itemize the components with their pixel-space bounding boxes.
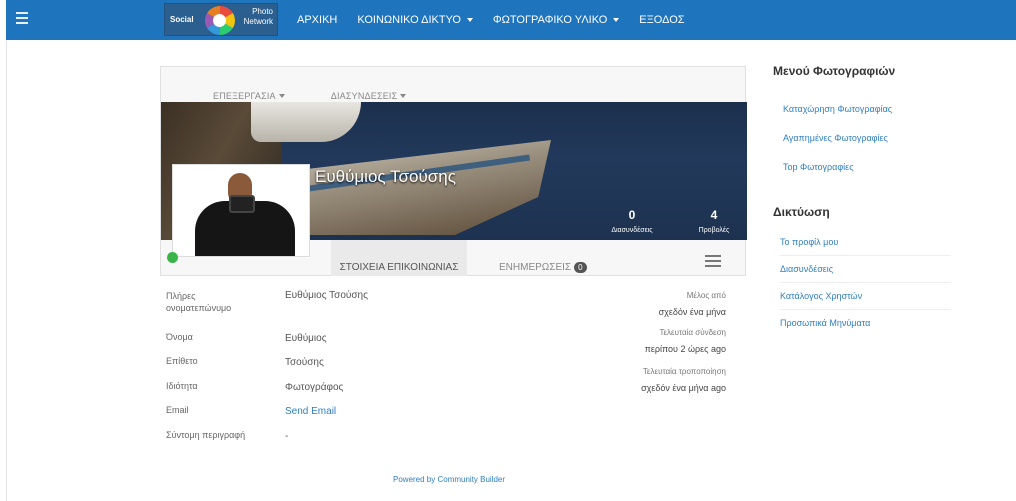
sidebar-link-user-list[interactable]: Κατάλογος Χρηστών — [780, 291, 951, 310]
detail-value: Ευθύμιος — [285, 333, 327, 344]
meta-member-since: Μέλος από σχεδόν ένα μήνα — [576, 291, 726, 317]
meta-label: Τελευταία σύνδεση — [659, 328, 726, 337]
send-email-link[interactable]: Send Email — [285, 406, 336, 417]
updates-count-badge: 0 — [574, 262, 587, 273]
caret-down-icon — [466, 18, 473, 22]
profile-actions: ΕΠΕΞΕΡΓΑΣΙΑ ΔΙΑΣΥΝΔΕΣΕΙΣ — [213, 91, 452, 101]
camera-lens-icon — [205, 6, 235, 35]
meta-label: Τελευταία τροποποίηση — [642, 367, 726, 376]
sidebar-link-favorite-photos[interactable]: Αγαπημένες Φωτογραφίες — [783, 133, 951, 143]
avatar[interactable] — [172, 164, 310, 257]
profile-tabs: ΣΤΟΙΧΕΙΑ ΕΠΙΚΟΙΝΩΝΙΑΣ ΕΝΗΜΕΡΩΣΕΙΣ 0 — [331, 240, 746, 276]
stat-views[interactable]: 4 Προβολές — [691, 208, 737, 234]
photo-menu-title: Μενού Φωτογραφιών — [773, 64, 896, 78]
nav-item-photo-material[interactable]: ΦΩΤΟΓΡΑΦΙΚΟ ΥΛΙΚΟ — [493, 14, 620, 26]
nav-item-social-network[interactable]: ΚΟΙΝΩΝΙΚΟ ΔΙΚΤΥΟ — [357, 14, 473, 26]
detail-label: Σύντομη περιγραφή — [166, 430, 246, 440]
detail-label: Όνομα — [166, 332, 193, 342]
right-sidebar: Μενού Φωτογραφιών Καταχώρηση Φωτογραφίας… — [773, 64, 951, 328]
detail-label: Επίθετο — [166, 356, 198, 366]
main-nav: ΑΡΧΙΚΗ ΚΟΙΝΩΝΙΚΟ ΔΙΚΤΥΟ ΦΩΤΟΓΡΑΦΙΚΟ ΥΛΙΚ… — [297, 0, 705, 40]
meta-last-modified: Τελευταία τροποποίηση σχεδόν ένα μήνα ag… — [576, 367, 726, 393]
caret-down-icon — [278, 94, 285, 98]
top-navbar: Social Photo Network ΑΡΧΙΚΗ ΚΟΙΝΩΝΙΚΟ ΔΙΚ… — [6, 0, 1016, 40]
sidebar-link-private-messages[interactable]: Προσωπικά Μηνύματα — [780, 318, 951, 328]
powered-by-link[interactable]: Powered by Community Builder — [393, 475, 505, 484]
edit-dropdown[interactable]: ΕΠΕΞΕΡΓΑΣΙΑ — [213, 91, 285, 101]
stat-views-value: 4 — [710, 208, 718, 222]
stat-connections-value: 0 — [628, 208, 636, 222]
tab-contact-info[interactable]: ΣΤΟΙΧΕΙΑ ΕΠΙΚΟΙΝΩΝΙΑΣ — [331, 240, 467, 276]
caret-down-icon — [613, 18, 620, 22]
camera-icon — [229, 195, 255, 213]
profile-card: ΕΠΕΞΕΡΓΑΣΙΑ ΔΙΑΣΥΝΔΕΣΕΙΣ Ευθύμιος Τσούση… — [160, 66, 747, 276]
caret-down-icon — [400, 94, 407, 98]
stat-views-label: Προβολές — [698, 227, 730, 234]
nav-item-logout[interactable]: ΕΞΟΔΟΣ — [639, 14, 684, 26]
page-left-border — [6, 40, 7, 501]
detail-label: Email — [166, 405, 189, 415]
hamburger-menu-icon[interactable] — [16, 12, 28, 24]
cover-house — [251, 102, 361, 142]
more-menu-icon[interactable] — [705, 255, 721, 270]
site-logo[interactable]: Social Photo Network — [164, 3, 278, 36]
detail-value: Ευθύμιος Τσούσης — [285, 290, 368, 301]
network-title: Δικτύωση — [773, 205, 830, 219]
meta-value: σχεδόν ένα μήνα — [658, 307, 726, 317]
meta-value: σχεδόν ένα μήνα ago — [641, 383, 726, 393]
profile-name: Ευθύμιος Τσούσης — [315, 167, 456, 186]
detail-value: Τσούσης — [285, 357, 324, 368]
sidebar-link-my-profile[interactable]: Το προφίλ μου — [780, 237, 951, 256]
detail-label: Πλήρες ονοματεπώνυμο — [166, 291, 232, 313]
connections-dropdown[interactable]: ΔΙΑΣΥΝΔΕΣΕΙΣ — [331, 91, 407, 101]
stat-connections-label: Διασυνδέσεις — [611, 227, 653, 234]
stat-connections[interactable]: 0 Διασυνδέσεις — [607, 208, 657, 234]
sidebar-link-top-photos[interactable]: Top Φωτογραφίες — [783, 162, 951, 172]
detail-value: - — [285, 431, 289, 442]
detail-value: Φωτογράφος — [285, 382, 344, 393]
logo-text-photo-network: Photo Network — [243, 7, 273, 26]
meta-last-login: Τελευταία σύνδεση περίπου 2 ώρες ago — [576, 328, 726, 354]
meta-value: περίπου 2 ώρες ago — [644, 344, 726, 354]
tab-updates[interactable]: ΕΝΗΜΕΡΩΣΕΙΣ 0 — [499, 262, 587, 273]
sidebar-link-connections[interactable]: Διασυνδέσεις — [780, 264, 951, 283]
logo-text-social: Social — [170, 15, 194, 24]
sidebar-link-add-photo[interactable]: Καταχώρηση Φωτογραφίας — [783, 104, 951, 114]
detail-label: Ιδιότητα — [166, 381, 198, 391]
meta-label: Μέλος από — [686, 291, 726, 300]
nav-item-home[interactable]: ΑΡΧΙΚΗ — [297, 14, 337, 26]
online-status-indicator — [167, 252, 178, 263]
